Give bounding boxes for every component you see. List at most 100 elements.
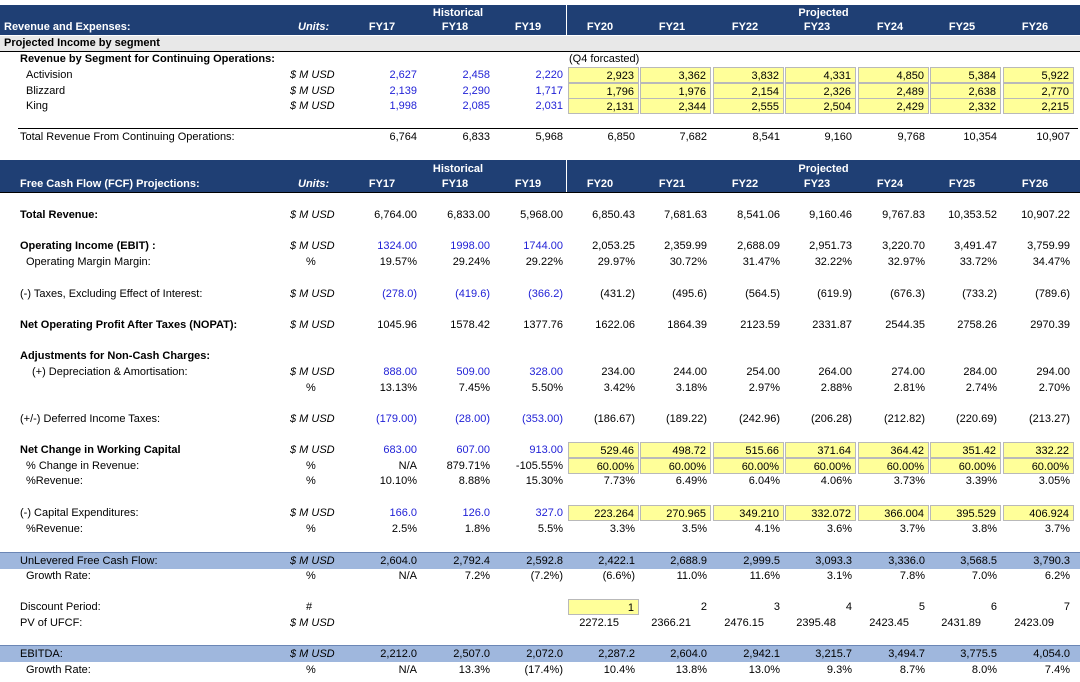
cell-fy20: 6,850 (607, 131, 635, 143)
cell-fy22: 8,541.06 (737, 209, 780, 221)
cell-fy17: 2,139 (389, 84, 417, 97)
cell-fy24: 3.73% (893, 475, 925, 487)
cell-fy22: 515.66 (713, 442, 784, 458)
cell-fy26: 60.00% (1003, 458, 1074, 474)
cell-fy24: 32.97% (887, 256, 925, 268)
cell-fy17: 2,604.0 (380, 555, 417, 567)
cell-fy19: 1744.00 (523, 240, 563, 252)
cell-fy25: 10,354 (963, 131, 997, 143)
cell-fy17: (278.0) (382, 288, 417, 300)
row-label: Blizzard (26, 84, 66, 97)
cell-fy26: 406.924 (1003, 505, 1074, 521)
cell-fy26: 10,907.22 (1021, 209, 1070, 221)
row-label: Growth Rate: (26, 570, 91, 582)
cell-fy22: 3,832 (713, 67, 784, 83)
cell-fy18: 29.24% (452, 256, 490, 268)
cell-fy26: 294.00 (1036, 366, 1070, 378)
cell-fy24: 2,489 (858, 82, 929, 99)
nopat-row: Net Operating Profit After Taxes (NOPAT)… (0, 317, 1080, 333)
row-label: Activision (26, 69, 73, 81)
total-revenue-continuing-row: Total Revenue From Continuing Operations… (0, 129, 1080, 145)
cell-fy19: 2,031 (535, 100, 563, 112)
cell-fy17: N/A (398, 460, 417, 472)
cell-fy26: 4,054.0 (1033, 648, 1070, 660)
cell-fy25: 2431.89 (941, 617, 981, 629)
cell-fy26: 3,759.99 (1027, 240, 1070, 252)
cell-fy26: 2423.09 (1014, 617, 1054, 629)
cell-fy18: 126.0 (462, 507, 490, 519)
cell-fy23: 2.88% (820, 382, 852, 394)
cell-fy18: 607.00 (456, 444, 490, 456)
cell-fy26: 332.22 (1003, 442, 1074, 458)
row-label: (+) Depreciation & Amortisation: (32, 366, 188, 378)
row-label: % Change in Revenue: (26, 460, 140, 472)
cell-fy22: 2,154 (713, 82, 784, 99)
cell-fy21: (189.22) (666, 413, 707, 425)
cell-fy19: 2,592.8 (526, 555, 563, 567)
cell-fy24: 3,220.70 (882, 240, 925, 252)
cell-fy19: 5.5% (537, 523, 563, 535)
cell-fy19: (353.00) (522, 413, 563, 425)
cell-fy20: (6.6%) (602, 570, 635, 582)
year-header-fy18: FY18 (441, 178, 469, 190)
cell-fy23: 32.22% (814, 256, 852, 268)
cell-fy24: 2,429 (858, 98, 929, 114)
cell-fy22: 3 (773, 601, 780, 613)
cell-fy23: 9,160 (824, 131, 852, 143)
year-header-fy21: FY21 (658, 21, 686, 33)
cell-fy19: 5.50% (531, 382, 563, 394)
cell-fy23: (619.9) (817, 288, 852, 300)
year-header-fy19: FY19 (514, 178, 542, 190)
discount-period-row: Discount Period: #1 2 3 4 5 6 7 (0, 599, 1080, 615)
ufcf-row: UnLevered Free Cash Flow: $ M USD 2,604.0 2… (0, 553, 1080, 569)
cell-fy23: 4.06% (820, 475, 852, 487)
row-unit: % (306, 460, 316, 472)
cell-fy20: 2,131 (568, 98, 639, 114)
cell-fy24: 9,767.83 (882, 209, 925, 221)
row-unit: $ M USD (290, 84, 335, 97)
cell-fy21: 3.5% (681, 523, 707, 535)
row-unit: $ M USD (290, 69, 335, 81)
row-unit: $ M USD (290, 648, 335, 660)
depreciation-pct-row: % 13.13% 7.45% 5.50% 3.42% 3.18% 2.97% 2.88% 2.8… (0, 380, 1080, 396)
cell-fy25: 2.74% (965, 382, 997, 394)
cell-fy22: 60.00% (713, 458, 784, 474)
fcf-header-band: Historical Projected Free Cash Flow (FCF… (0, 160, 1080, 193)
cell-fy19: (366.2) (528, 288, 563, 300)
cell-fy22: 2,555 (713, 98, 784, 114)
row-label: Operating Margin Margin: (26, 256, 151, 268)
year-header-fy25: FY25 (948, 178, 976, 190)
cell-fy22: 2,942.1 (743, 648, 780, 660)
cell-fy18: 6,833 (462, 131, 490, 143)
year-header-fy21: FY21 (658, 178, 686, 190)
cell-fy21: 7,682 (679, 131, 707, 143)
row-label: PV of UFCF: (20, 617, 83, 629)
row-label: %Revenue: (26, 475, 83, 487)
cell-fy22: 4.1% (754, 523, 780, 535)
cell-fy26: 2970.39 (1030, 319, 1070, 331)
cell-fy18: 13.3% (458, 664, 490, 676)
cell-fy24: 3,494.7 (888, 648, 925, 660)
cell-fy22: 11.6% (749, 570, 780, 582)
cell-fy22: 2123.59 (740, 319, 780, 331)
cell-fy21: 244.00 (673, 366, 707, 378)
cell-fy17: 10.10% (379, 475, 417, 487)
row-unit: $ M USD (290, 444, 335, 456)
cell-fy20: 1,796 (568, 82, 639, 99)
year-header-fy23: FY23 (803, 21, 831, 33)
row-unit: % (306, 664, 316, 676)
historical-group-label-2: Historical (432, 163, 484, 175)
cell-fy21: 60.00% (640, 458, 711, 474)
row-label: Total Revenue: (20, 209, 99, 221)
cell-fy22: 254.00 (746, 366, 780, 378)
total-revenue-row: Total Revenue: $ M USD 6,764.00 6,833.00 5,9… (0, 207, 1080, 223)
year-header-fy22: FY22 (731, 178, 759, 190)
cell-fy17: 888.00 (383, 366, 417, 378)
cell-fy20: 60.00% (568, 458, 639, 474)
cell-fy18: 879.71% (446, 460, 490, 472)
projected-group-label-2: Projected (798, 163, 849, 175)
cell-fy23: 4 (845, 601, 852, 613)
cell-fy23: 3.6% (826, 523, 852, 535)
cell-fy17: 2,627 (389, 69, 417, 81)
cell-fy26: (789.6) (1035, 288, 1070, 300)
